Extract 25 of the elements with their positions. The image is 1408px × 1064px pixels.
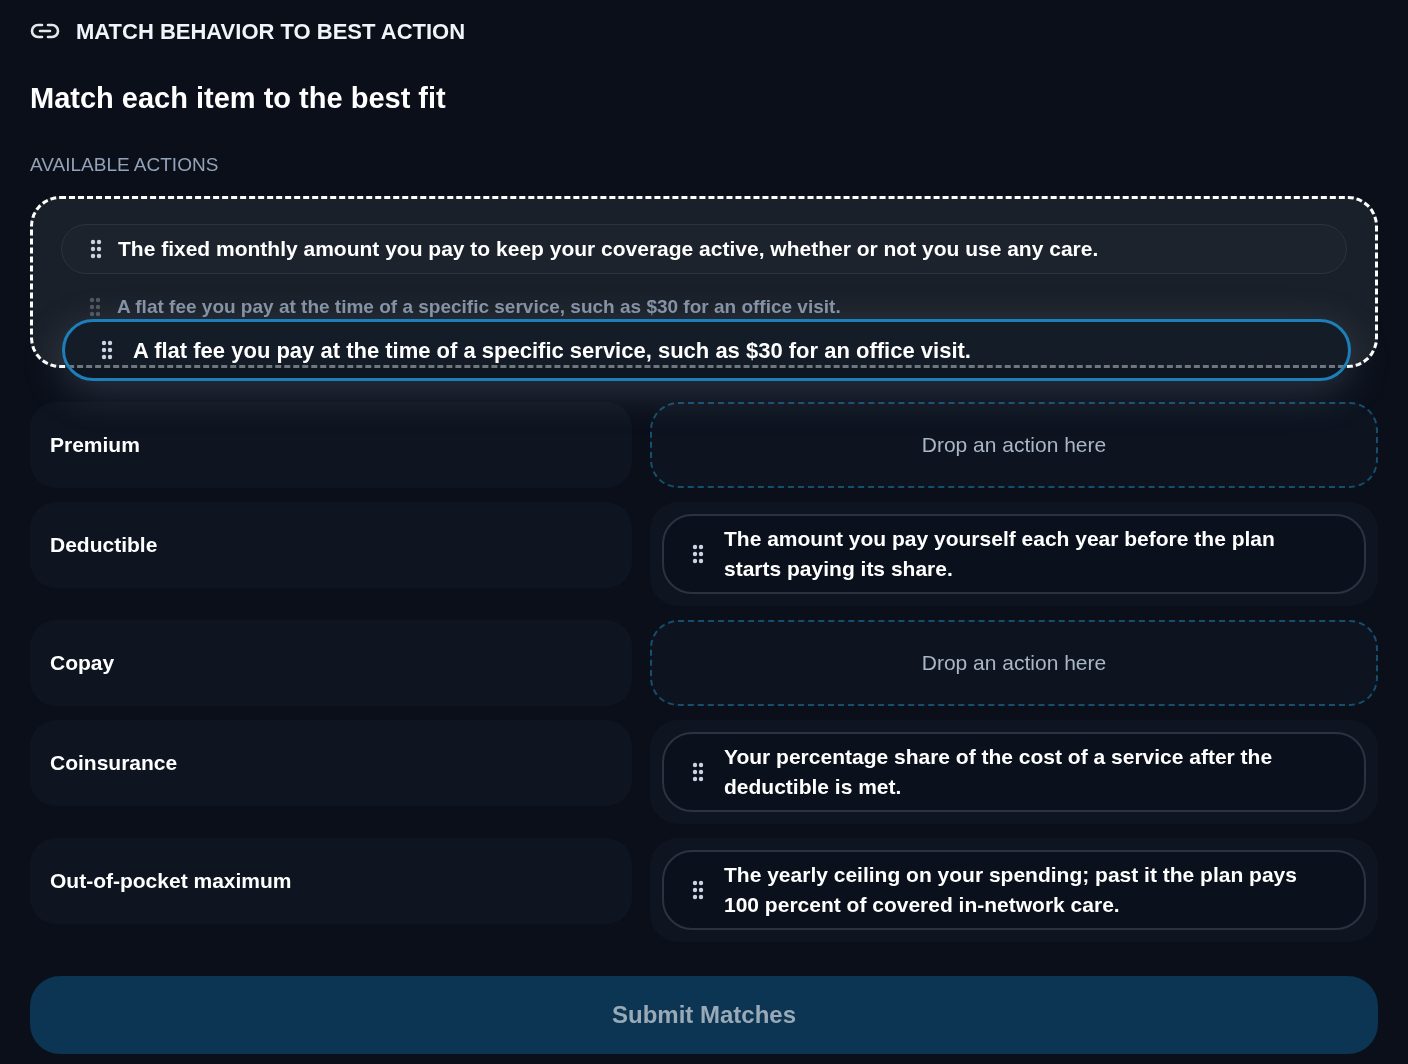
dragged-action-card[interactable]: A flat fee you pay at the time of a specific service, such as $30 for an office visit. <box>62 319 1351 381</box>
drop-zone[interactable]: Your percentage share of the cost of a service after the deductible is met. <box>650 720 1378 824</box>
action-card[interactable]: The yearly ceiling on your spending; past it the plan pays 100 percent of covered in-network care. <box>662 850 1366 930</box>
drag-handle-icon[interactable] <box>692 879 704 901</box>
section-title: MATCH BEHAVIOR TO BEST ACTION <box>76 17 466 46</box>
drag-handle-icon[interactable] <box>692 761 704 783</box>
term-card: Deductible <box>30 502 632 588</box>
action-card[interactable]: Your percentage share of the cost of a service after the deductible is met. <box>662 732 1366 812</box>
term-card: Copay <box>30 620 632 706</box>
drop-zone[interactable]: The yearly ceiling on your spending; past it the plan pays 100 percent of covered in-network care. <box>650 838 1378 942</box>
drag-handle-icon[interactable] <box>90 238 102 260</box>
term-card: Premium <box>30 402 632 488</box>
pool-label: AVAILABLE ACTIONS <box>30 155 220 174</box>
drag-handle-icon[interactable] <box>692 543 704 565</box>
action-card[interactable]: The fixed monthly amount you pay to keep your coverage active, whether or not you use any care. <box>61 224 1347 274</box>
drop-zone[interactable]: The amount you pay yourself each year before the plan starts paying its share. <box>650 502 1378 606</box>
action-card[interactable]: The amount you pay yourself each year before the plan starts paying its share. <box>662 514 1366 594</box>
term-card: Out-of-pocket maximum <box>30 838 632 924</box>
drop-zone[interactable]: Drop an action here <box>650 402 1378 488</box>
drop-zone[interactable]: Drop an action here <box>650 620 1378 706</box>
drag-handle-icon[interactable] <box>101 339 113 361</box>
link-icon <box>30 21 60 41</box>
term-card: Coinsurance <box>30 720 632 806</box>
heading: Match each item to the best fit <box>30 84 447 113</box>
placeholder-action-text: A flat fee you pay at the time of a specific service, such as $30 for an office visit. <box>117 296 841 318</box>
